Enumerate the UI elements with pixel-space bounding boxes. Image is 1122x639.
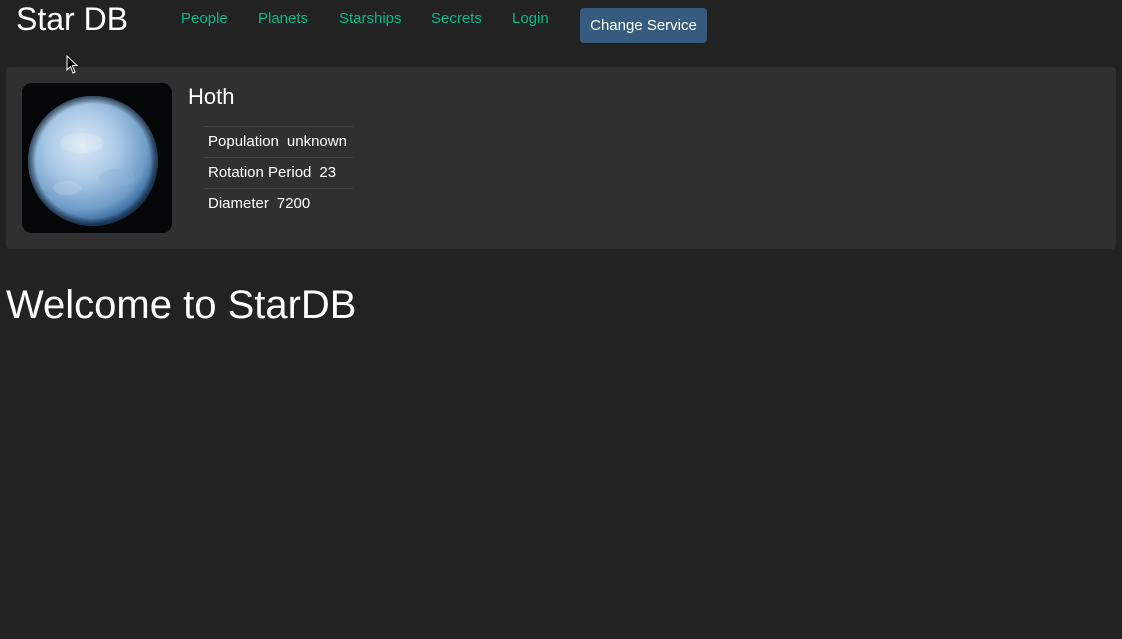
nav-link-starships[interactable]: Starships [339,10,402,28]
detail-value: unknown [286,133,347,150]
welcome-heading: Welcome to StarDB [6,283,357,327]
detail-term: Diameter [208,195,269,212]
mouse-cursor-icon [66,55,79,74]
nav-link-planets[interactable]: Planets [258,10,308,28]
detail-row-diameter: Diameter 7200 [204,188,353,219]
nav-link-secrets[interactable]: Secrets [431,10,482,28]
planet-name: Hoth [188,84,235,109]
planet-globe-icon [22,83,172,233]
change-service-button[interactable]: Change Service [580,8,707,43]
detail-term: Rotation Period [208,164,312,181]
detail-term: Population [208,133,279,150]
header: Star DB People Planets Starships Secrets… [0,0,1122,52]
brand-link[interactable]: Star DB [16,0,128,38]
nav-link-people[interactable]: People [181,10,228,28]
planet-image [22,83,172,233]
detail-row-rotation-period: Rotation Period 23 [204,157,353,188]
detail-row-population: Population unknown [204,126,353,157]
nav-link-login[interactable]: Login [512,10,549,28]
detail-value: 7200 [276,195,311,212]
detail-value: 23 [319,164,337,181]
planet-details-list: Population unknown Rotation Period 23 Diam… [204,126,353,219]
planet-details-card: Hoth Population unknown Rotation Period 23… [6,67,1116,249]
